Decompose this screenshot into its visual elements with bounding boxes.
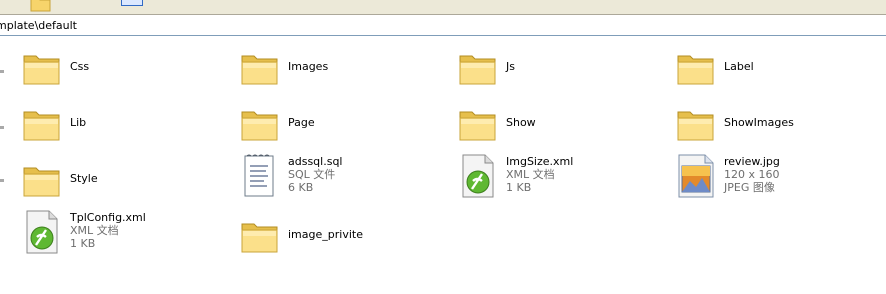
folder-icon: [241, 223, 278, 253]
file-item-adssql[interactable]: adssql.sql SQL 文件 6 KB: [240, 154, 430, 206]
file-name-label: ImgSize.xml: [506, 155, 574, 168]
file-item-label[interactable]: Label: [676, 46, 866, 98]
file-item-css[interactable]: Css: [22, 46, 212, 98]
folders-toolbar-icon[interactable]: [30, 0, 52, 15]
file-size-label: 1 KB: [506, 181, 532, 194]
image-dimensions-label: 120 x 160: [724, 168, 780, 181]
file-item-page[interactable]: Page: [240, 102, 430, 154]
file-list: Css Images Js Label Lib Page Show ShowIm…: [0, 36, 886, 294]
file-item-show[interactable]: Show: [458, 102, 648, 154]
toolbar: [0, 0, 886, 15]
file-name-label: Page: [288, 116, 315, 129]
jpeg-file-icon: [678, 154, 714, 198]
file-name-label: review.jpg: [724, 155, 780, 168]
folder-icon: [23, 111, 60, 141]
file-name-label: Css: [70, 60, 90, 73]
folder-icon: [677, 111, 714, 141]
file-type-label: SQL 文件: [288, 168, 336, 181]
file-name-label: adssql.sql: [288, 155, 343, 168]
file-item-js[interactable]: Js: [458, 46, 648, 98]
folder-icon: [241, 55, 278, 85]
file-type-label: XML 文档: [70, 224, 119, 237]
file-name-label: Js: [506, 60, 515, 73]
file-type-label: XML 文档: [506, 168, 555, 181]
file-name-label: Images: [288, 60, 329, 73]
file-size-label: 6 KB: [288, 181, 314, 194]
folder-icon: [241, 111, 278, 141]
file-item-tplconfig[interactable]: TplConfig.xml XML 文档 1 KB: [22, 210, 212, 262]
xml-file-icon: [462, 154, 494, 198]
file-name-label: Style: [70, 172, 98, 185]
file-name-label: Lib: [70, 116, 87, 129]
file-item-review[interactable]: review.jpg 120 x 160 JPEG 图像: [676, 154, 866, 206]
file-item-style[interactable]: Style: [22, 158, 212, 210]
file-item-showimages[interactable]: ShowImages: [676, 102, 866, 154]
address-path: mplate\default: [0, 19, 77, 32]
file-name-label: Show: [506, 116, 536, 129]
file-type-label: JPEG 图像: [724, 181, 775, 194]
sql-file-icon: [244, 154, 274, 197]
file-item-imgsize[interactable]: ImgSize.xml XML 文档 1 KB: [458, 154, 648, 206]
address-bar[interactable]: mplate\default: [0, 15, 886, 36]
file-name-label: Label: [724, 60, 754, 73]
file-name-label: ShowImages: [724, 116, 794, 129]
folder-icon: [677, 55, 714, 85]
file-name-label: TplConfig.xml: [70, 211, 146, 224]
file-item-images[interactable]: Images: [240, 46, 430, 98]
folder-icon: [459, 111, 496, 141]
views-toolbar-icon[interactable]: [121, 0, 143, 6]
file-name-label: image_privite: [288, 228, 363, 241]
xml-file-icon: [26, 210, 58, 254]
file-item-image-privite[interactable]: image_privite: [240, 214, 430, 266]
folder-icon: [23, 55, 60, 85]
folder-icon: [23, 167, 60, 197]
file-size-label: 1 KB: [70, 237, 96, 250]
file-item-lib[interactable]: Lib: [22, 102, 212, 154]
folder-icon: [459, 55, 496, 85]
